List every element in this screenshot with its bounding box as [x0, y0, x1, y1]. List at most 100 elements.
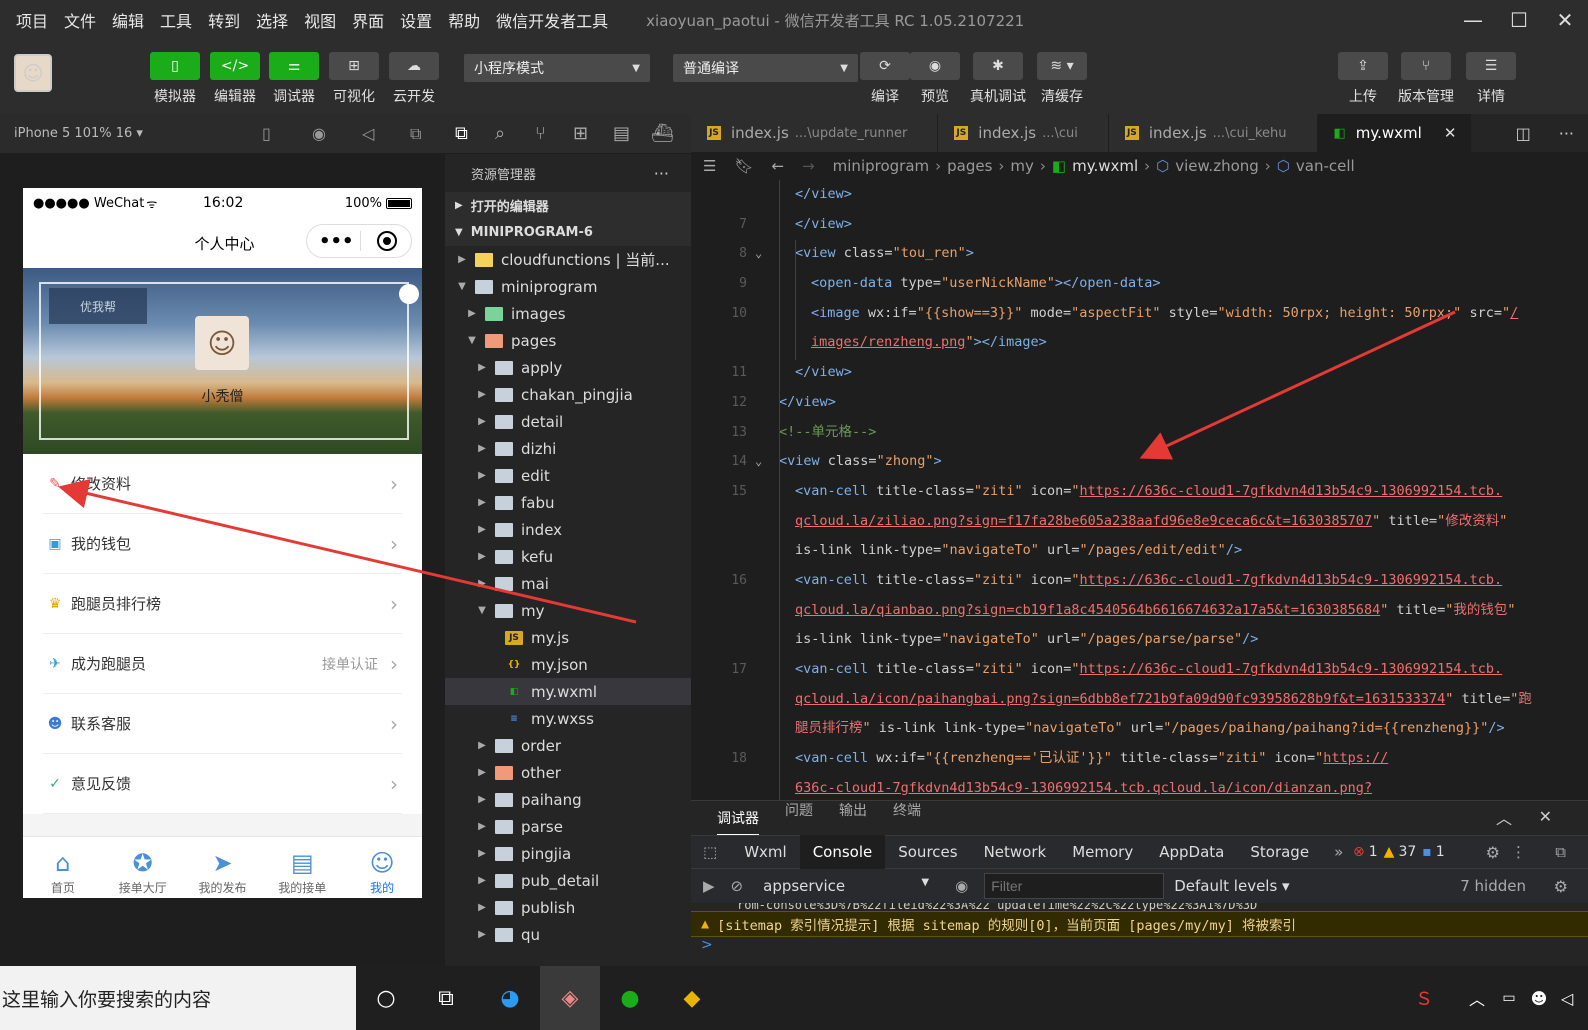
cloud-button[interactable]: ☁ 云开发 — [389, 52, 439, 106]
debugger-tab[interactable]: 问题 — [785, 800, 813, 836]
editor-tab[interactable]: ◧ my.wxml ✕ — [1317, 114, 1472, 152]
visualize-button[interactable]: ⊞ 可视化 — [329, 52, 379, 106]
tree-folder[interactable]: ▼ my — [445, 597, 691, 624]
close-circle-icon[interactable] — [377, 231, 397, 251]
open-editors-section[interactable]: ▶ 打开的编辑器 — [445, 192, 691, 219]
devtools-panel-tab[interactable]: Network — [971, 835, 1060, 869]
tree-folder[interactable]: ▶ fabu — [445, 489, 691, 516]
editor-button[interactable]: </> 编辑器 — [210, 52, 260, 106]
devtools-panel-tab[interactable]: Wxml — [731, 835, 800, 869]
filter-input[interactable] — [984, 873, 1165, 899]
breadcrumb-item[interactable]: view.zhong — [1175, 157, 1259, 175]
tree-folder[interactable]: ▼ miniprogram — [445, 273, 691, 300]
breadcrumb-item[interactable]: pages — [947, 157, 992, 175]
fold-chevron-icon[interactable]: ⌄ — [755, 239, 762, 269]
minimize-icon[interactable]: — — [1450, 0, 1496, 40]
ime-icon[interactable]: Ｓ — [1404, 966, 1444, 1030]
debugger-tab[interactable]: 调试器 — [717, 808, 759, 836]
breadcrumb-item[interactable]: van-cell — [1296, 157, 1355, 175]
tree-folder[interactable]: ▶ dizhi — [445, 435, 691, 462]
cortana-icon[interactable]: ○ — [356, 966, 416, 1030]
user-avatar[interactable]: ☺ — [195, 316, 249, 370]
avatar[interactable]: ☺ — [14, 54, 52, 92]
tab-item[interactable]: ▤ 我的接单 — [262, 837, 342, 898]
wechat-icon[interactable]: ● — [600, 966, 660, 1030]
tree-file[interactable]: ≡ my.wxss — [445, 705, 691, 732]
tree-folder[interactable]: ▶ publish — [445, 894, 691, 921]
tree-folder[interactable]: ▶ edit — [445, 462, 691, 489]
menu-cell[interactable]: ♛ 跑腿员排行榜 › — [43, 574, 402, 634]
code-editor[interactable]: </view> 7 </view> 8 ⌄ <view class="tou_ren"> 9… — [691, 180, 1588, 800]
files-icon[interactable]: ⧉ — [455, 123, 468, 144]
remote-debug-button[interactable]: ✱ 真机调试 — [970, 52, 1026, 106]
tree-folder[interactable]: ▶ kefu — [445, 543, 691, 570]
devtools-app-icon[interactable]: ◈ — [540, 966, 600, 1030]
tab-item[interactable]: ☺ 我的 — [342, 837, 422, 898]
more-icon[interactable]: ··· — [654, 164, 669, 183]
devtools-panel-tab[interactable]: AppData — [1146, 835, 1237, 869]
maximize-icon[interactable]: ☐ — [1496, 0, 1542, 40]
context-select[interactable]: appservice ▼ — [763, 877, 929, 895]
fold-chevron-icon[interactable]: ⌄ — [755, 447, 762, 477]
breadcrumb-item[interactable]: my.wxml — [1072, 157, 1138, 175]
console-prompt[interactable]: > — [691, 937, 1588, 959]
breadcrumb-item[interactable]: miniprogram — [833, 157, 929, 175]
menu-item[interactable]: 微信开发者工具 — [488, 8, 616, 32]
tree-folder[interactable]: ▶ order — [445, 732, 691, 759]
details-button[interactable]: ☰ 详情 — [1466, 52, 1516, 106]
tree-file[interactable]: {} my.json — [445, 651, 691, 678]
mode-select[interactable]: 小程序模式 ▼ — [464, 54, 650, 82]
debugger-tab[interactable]: 终端 — [893, 800, 921, 836]
eye-icon[interactable]: ◉ — [955, 877, 968, 895]
more-actions-icon[interactable]: ··· — [1559, 124, 1574, 143]
breadcrumb-item[interactable]: my — [1010, 157, 1034, 175]
tree-folder[interactable]: ▶ other — [445, 759, 691, 786]
console-settings-icon[interactable]: ⚙ — [1554, 877, 1568, 896]
menu-cell[interactable]: ✎ 修改资料 › — [43, 454, 402, 514]
devtools-panel-tab[interactable]: Sources — [885, 835, 970, 869]
compile-button[interactable]: ⟳ 编译 — [860, 52, 910, 106]
debugger-button[interactable]: ⚌ 调试器 — [269, 52, 319, 106]
menu-item[interactable]: 界面 — [344, 8, 392, 32]
clear-cache-button[interactable]: ≋ ▾ 清缓存 — [1037, 52, 1087, 106]
tree-folder[interactable]: ▶ detail — [445, 408, 691, 435]
menu-item[interactable]: 设置 — [392, 8, 440, 32]
docker-icon[interactable]: ⛴ — [651, 123, 674, 144]
clear-console-icon[interactable]: ⊘ — [731, 877, 744, 895]
simulator-button[interactable]: ▯ 模拟器 — [150, 52, 200, 106]
tab-item[interactable]: ✪ 接单大厅 — [103, 837, 183, 898]
tray-up-icon[interactable]: ︿ — [1462, 966, 1492, 1030]
tree-folder[interactable]: ▶ images — [445, 300, 691, 327]
menu-item[interactable]: 转到 — [200, 8, 248, 32]
project-section[interactable]: ▼ MINIPROGRAM-6 — [445, 219, 691, 246]
tree-folder[interactable]: ▶ pingjia — [445, 840, 691, 867]
source-control-icon[interactable]: ⑂ — [535, 123, 546, 144]
upload-button[interactable]: ⇪ 上传 — [1338, 52, 1388, 106]
editor-tab[interactable]: JS index.js ...\cui_kehu — [1108, 114, 1318, 152]
tree-folder[interactable]: ▶ mai — [445, 570, 691, 597]
tree-folder[interactable]: ▶ parse — [445, 813, 691, 840]
editor-tab[interactable]: JS index.js ...\update_runner — [691, 114, 939, 152]
tree-folder[interactable]: ▶ paihang — [445, 786, 691, 813]
debugger-tab[interactable]: 输出 — [839, 800, 867, 836]
task-view-icon[interactable]: ⧉ — [416, 966, 476, 1030]
menu-cell[interactable]: ✓ 意见反馈 › — [43, 754, 402, 814]
dock-icon[interactable]: ⧉ — [1555, 843, 1566, 861]
back-icon[interactable]: ← — [772, 157, 785, 175]
taskbar-search[interactable]: 这里输入你要搜索的内容 — [0, 966, 356, 1030]
tree-folder[interactable]: ▶ qu — [445, 921, 691, 948]
log-levels-select[interactable]: Default levels ▾ — [1174, 877, 1289, 895]
tree-folder[interactable]: ▶ chakan_pingjia — [445, 381, 691, 408]
close-icon[interactable]: ✕ — [1539, 807, 1552, 826]
tree-folder[interactable]: ▶ apply — [445, 354, 691, 381]
tree-folder[interactable]: ▶ pub_detail — [445, 867, 691, 894]
menu-cell[interactable]: ▣ 我的钱包 › — [43, 514, 402, 574]
tab-item[interactable]: ⌂ 首页 — [23, 837, 103, 898]
menu-cell[interactable]: ✈ 成为跑腿员 接单认证 › — [43, 634, 402, 694]
battery-icon[interactable]: ▭ — [1494, 966, 1524, 1030]
forward-icon[interactable]: → — [802, 157, 815, 175]
bookmark-icon[interactable]: 🔖︎ — [734, 157, 753, 175]
menu-item[interactable]: 选择 — [248, 8, 296, 32]
qq-icon[interactable]: ☻ — [1524, 966, 1554, 1030]
tab-item[interactable]: ➤ 我的发布 — [183, 837, 263, 898]
